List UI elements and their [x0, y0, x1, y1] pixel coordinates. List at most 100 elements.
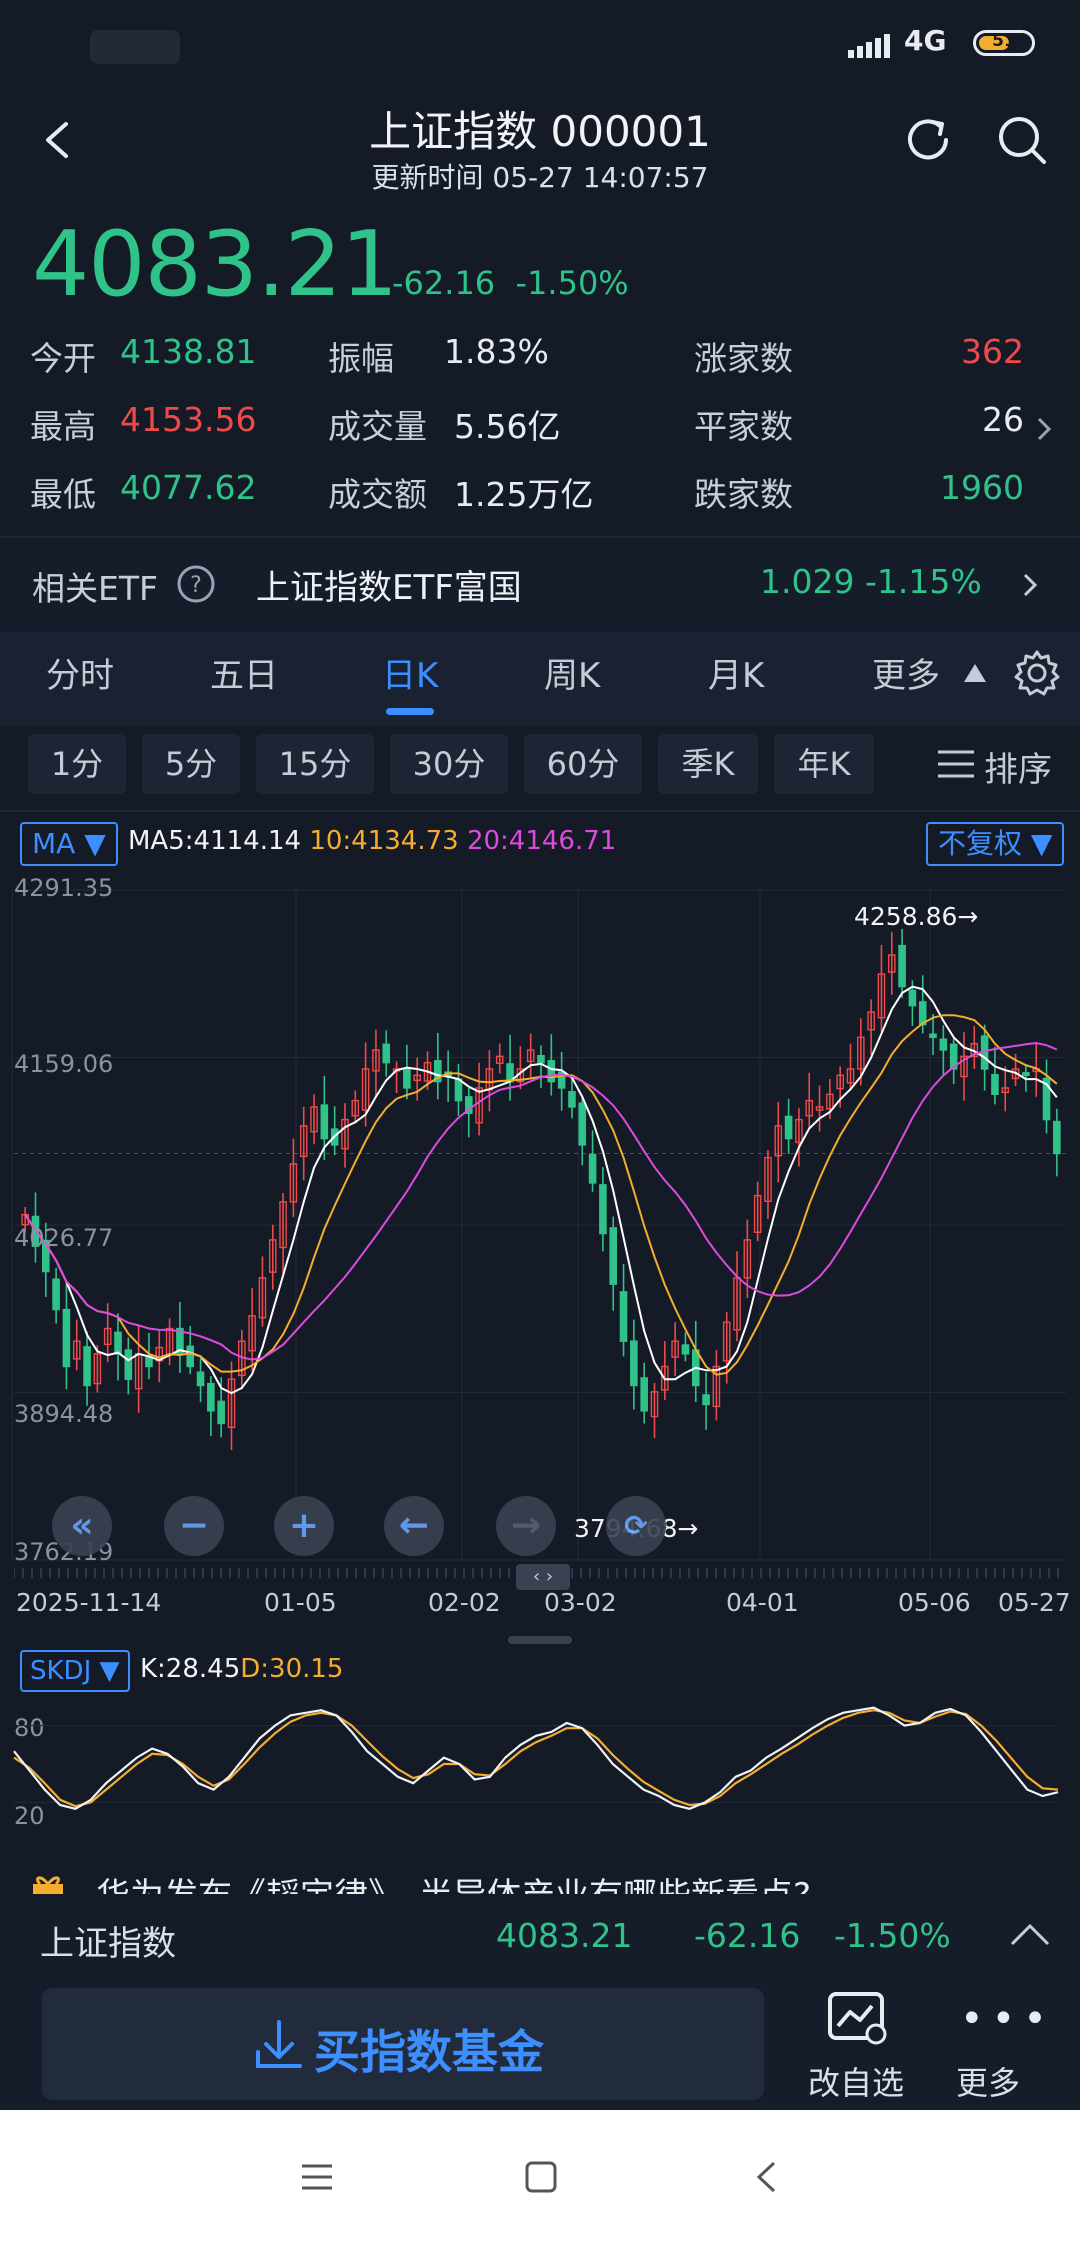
change-percent: -1.50%: [515, 264, 629, 302]
candle-body: [83, 1346, 91, 1387]
scroll-left-button[interactable]: ←: [384, 1496, 444, 1556]
zoom-in-button[interactable]: +: [274, 1496, 334, 1556]
tab-daily-k[interactable]: 日K: [382, 648, 438, 697]
ma20-value: 20:4146.71: [466, 826, 617, 856]
tab-weekly-k[interactable]: 周K: [544, 648, 600, 697]
help-icon[interactable]: ?: [176, 564, 216, 604]
sort-button[interactable]: 排序: [984, 742, 1052, 791]
candle-body: [908, 989, 917, 1007]
status-bar: 4G 51: [0, 0, 1080, 90]
period-60min[interactable]: 60分: [524, 734, 642, 794]
watchlist-edit-icon[interactable]: [826, 1990, 890, 2048]
chevron-right-icon[interactable]: [1034, 414, 1054, 444]
candle-body: [1053, 1120, 1061, 1155]
ma-values: MA5:4114.14 10:4134.73 20:4146.71: [128, 826, 616, 856]
related-etf-row[interactable]: 相关ETF ? 上证指数ETF富国 1.029 -1.15%: [0, 540, 1080, 630]
refresh-icon[interactable]: [900, 112, 956, 168]
tab-five-day[interactable]: 五日: [210, 648, 278, 697]
watchlist-label[interactable]: 改自选: [808, 2058, 904, 2104]
adjust-selector[interactable]: 不复权 ▼: [926, 822, 1065, 866]
news-headline: 华为发布《韬定律》，半导体产业有哪些新看点?: [96, 1868, 811, 1894]
y-tick-label: 3894.48: [14, 1400, 114, 1428]
recent-apps-icon[interactable]: [300, 2162, 334, 2192]
bottom-quote-bar[interactable]: 上证指数 4083.21 -62.16 -1.50%: [0, 1896, 1080, 1978]
rotate-icon[interactable]: ⟳: [606, 1496, 666, 1556]
candle-body: [929, 1033, 937, 1039]
stat-label-advancers: 涨家数: [694, 339, 793, 378]
battery-level: 51: [992, 31, 1016, 51]
back-icon[interactable]: [38, 120, 78, 160]
more-dots-icon[interactable]: •••: [960, 1996, 1055, 2042]
zoom-out-button[interactable]: −: [164, 1496, 224, 1556]
network-type: 4G: [904, 24, 947, 57]
stat-label-turnover: 成交额: [328, 475, 427, 514]
candle-body: [640, 1377, 648, 1412]
x-tick-label: 05-06: [898, 1588, 971, 1617]
period-5min[interactable]: 5分: [142, 734, 240, 794]
stat-value-advancers: 362: [961, 332, 1024, 371]
ma-selector[interactable]: MA ▼: [20, 822, 118, 866]
period-year-k[interactable]: 年K: [774, 734, 874, 794]
chevron-up-icon[interactable]: [1008, 1920, 1052, 1950]
update-time: 更新时间 05-27 14:07:57: [371, 161, 709, 194]
indicator-selector[interactable]: SKDJ ▼: [20, 1650, 130, 1692]
candle-body: [207, 1382, 215, 1412]
y-tick-label: 4291.35: [14, 874, 114, 902]
tab-monthly-k[interactable]: 月K: [708, 648, 764, 697]
skdj-chart: [13, 1706, 1059, 1810]
search-icon[interactable]: [994, 112, 1050, 168]
candle-body: [578, 1102, 587, 1146]
news-ticker[interactable]: 华为发布《韬定律》，半导体产业有哪些新看点?: [0, 1846, 1080, 1894]
current-price: 4083.21: [32, 212, 398, 317]
system-navbar: [0, 2110, 1080, 2244]
etf-name: 上证指数ETF富国: [256, 568, 522, 608]
home-icon[interactable]: [524, 2160, 558, 2194]
scroll-right-button[interactable]: →: [496, 1496, 556, 1556]
divider: [0, 536, 1080, 538]
period-15min[interactable]: 15分: [256, 734, 374, 794]
candle-body: [619, 1291, 628, 1342]
tab-more[interactable]: 更多: [872, 648, 940, 697]
buy-label: 买指数基金: [314, 2025, 544, 2079]
panel-resize-handle[interactable]: [508, 1636, 572, 1644]
period-30min[interactable]: 30分: [390, 734, 508, 794]
candle-body: [320, 1104, 329, 1140]
download-icon: [256, 2020, 302, 2068]
adjust-label: 不复权: [938, 827, 1023, 860]
gift-icon: [33, 1876, 63, 1894]
menu-icon[interactable]: [936, 748, 976, 780]
x-tick-label: 04-01: [726, 1588, 799, 1617]
etf-pct: -1.15%: [864, 562, 982, 601]
indicator-values: K:28.45D:30.15: [140, 1654, 343, 1684]
candlestick-chart[interactable]: [0, 870, 1080, 1590]
more-label[interactable]: 更多: [956, 2058, 1020, 2104]
candle-body: [217, 1400, 225, 1425]
candle-body: [403, 1068, 411, 1089]
triangle-up-icon[interactable]: [962, 662, 988, 684]
stat-label-open: 今开: [30, 339, 96, 378]
period-quarter-k[interactable]: 季K: [658, 734, 758, 794]
stat-label-decliners: 跌家数: [694, 475, 793, 514]
bottom-quote-change: -62.16: [694, 1916, 801, 1955]
buy-index-fund-button[interactable]: 买指数基金: [42, 1988, 764, 2100]
candle-body: [898, 944, 906, 988]
period-1min[interactable]: 1分: [28, 734, 126, 794]
gear-icon[interactable]: [1012, 648, 1062, 698]
bottom-quote-name: 上证指数: [40, 1924, 176, 1964]
high-annotation: 4258.86→: [854, 902, 979, 931]
indicator-label: SKDJ: [30, 1656, 92, 1686]
stat-value-amplitude: 1.83%: [444, 332, 549, 371]
candle-body: [382, 1043, 391, 1064]
scroll-start-button[interactable]: «: [52, 1496, 112, 1556]
candle-body: [588, 1153, 597, 1184]
scrub-handle[interactable]: ‹ ›: [516, 1564, 570, 1590]
y-tick-label: 4159.06: [14, 1050, 114, 1078]
tab-intraday[interactable]: 分时: [46, 648, 114, 697]
stat-value-turnover: 1.25万亿: [454, 475, 594, 514]
back-nav-icon[interactable]: [754, 2160, 778, 2194]
candle-body: [991, 1073, 999, 1095]
candle-body: [124, 1349, 133, 1380]
candle-body: [52, 1278, 60, 1311]
etf-quote: 1.029 -1.15%: [760, 562, 982, 601]
stat-value-unchanged: 26: [982, 400, 1024, 439]
